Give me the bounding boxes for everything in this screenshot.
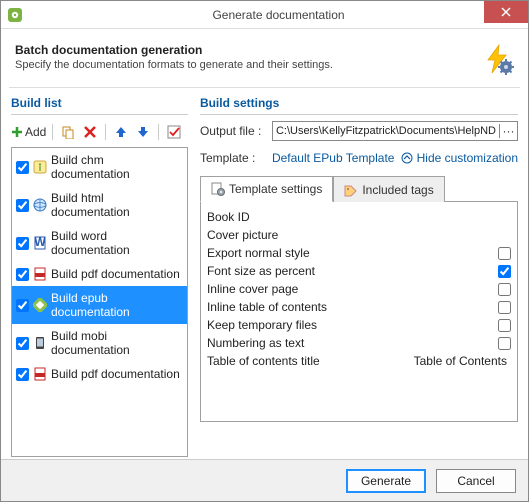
build-item-label: Build pdf documentation (51, 267, 180, 281)
check-box-icon (167, 125, 181, 139)
check-all-button[interactable] (165, 123, 183, 141)
template-link[interactable]: Default EPub Template (272, 151, 395, 165)
word-icon: W (33, 236, 47, 250)
chm-icon (33, 160, 47, 174)
copy-icon (61, 125, 75, 139)
build-item-epub[interactable]: Build epub documentation (12, 286, 187, 324)
build-item-label: Build chm documentation (51, 153, 183, 181)
hide-customization-link[interactable]: Hide customization (401, 151, 518, 165)
build-item-chm[interactable]: Build chm documentation (12, 148, 187, 186)
setting-keep-temp[interactable]: Keep temporary files (205, 316, 513, 334)
lightning-gear-icon (482, 43, 514, 75)
setting-check[interactable] (498, 301, 511, 314)
build-settings-title: Build settings (200, 96, 518, 110)
template-settings-icon (211, 182, 225, 196)
build-item-check[interactable] (16, 161, 29, 174)
dialog-footer: Generate Cancel (1, 459, 528, 501)
copy-button[interactable] (59, 123, 77, 141)
setting-check[interactable] (498, 337, 511, 350)
build-item-check[interactable] (16, 337, 29, 350)
arrow-up-icon (115, 126, 127, 138)
svg-text:W: W (34, 236, 46, 249)
build-item-check[interactable] (16, 268, 29, 281)
output-file-browse[interactable]: ··· (499, 124, 517, 138)
build-item-word[interactable]: W Build word documentation (12, 224, 187, 262)
header-subtitle: Specify the documentation formats to gen… (15, 59, 482, 71)
close-icon (501, 7, 511, 17)
setting-book-id[interactable]: Book ID (205, 208, 513, 226)
app-icon (1, 1, 29, 29)
setting-check[interactable] (498, 319, 511, 332)
tags-icon (344, 183, 358, 197)
tab-included-tags[interactable]: Included tags (333, 176, 444, 202)
build-item-check[interactable] (16, 237, 29, 250)
build-item-pdf[interactable]: Build pdf documentation (12, 262, 187, 286)
epub-icon (33, 298, 47, 312)
pdf-icon (33, 267, 47, 281)
build-item-mobi[interactable]: Build mobi documentation (12, 324, 187, 362)
setting-inline-cover-page[interactable]: Inline cover page (205, 280, 513, 298)
build-item-label: Build html documentation (51, 191, 183, 219)
setting-inline-toc[interactable]: Inline table of contents (205, 298, 513, 316)
setting-cover-picture[interactable]: Cover picture (205, 226, 513, 244)
build-item-html[interactable]: Build html documentation (12, 186, 187, 224)
arrow-down-icon (137, 126, 149, 138)
title-bar: Generate documentation (1, 1, 528, 29)
tab-template-settings[interactable]: Template settings (200, 176, 333, 202)
build-list-title: Build list (11, 96, 188, 110)
build-item-label: Build word documentation (51, 229, 183, 257)
template-settings-panel: Book ID Cover picture Export normal styl… (200, 202, 518, 422)
output-file-field[interactable]: C:\Users\KellyFitzpatrick\Documents\Help… (272, 121, 518, 141)
build-list: Build chm documentation Build html docum… (11, 147, 188, 457)
cancel-button[interactable]: Cancel (436, 469, 516, 493)
build-item-pdf2[interactable]: Build pdf documentation (12, 362, 187, 386)
settings-tabs: Template settings Included tags (200, 175, 518, 202)
add-label: Add (25, 125, 46, 139)
setting-font-size-percent[interactable]: Font size as percent (205, 262, 513, 280)
setting-check[interactable] (498, 265, 511, 278)
setting-export-normal-style[interactable]: Export normal style (205, 244, 513, 262)
setting-check[interactable] (498, 247, 511, 260)
header-title: Batch documentation generation (15, 43, 482, 57)
output-file-value: C:\Users\KellyFitzpatrick\Documents\Help… (273, 125, 499, 137)
build-item-label: Build mobi documentation (51, 329, 183, 357)
delete-icon (84, 126, 96, 138)
build-item-check[interactable] (16, 299, 29, 312)
generate-button[interactable]: Generate (346, 469, 426, 493)
html-icon (33, 198, 47, 212)
template-label: Template : (200, 151, 266, 165)
setting-numbering-text[interactable]: Numbering as text (205, 334, 513, 352)
build-item-check[interactable] (16, 368, 29, 381)
build-item-label: Build epub documentation (51, 291, 183, 319)
move-down-button[interactable] (134, 123, 152, 141)
header: Batch documentation generation Specify t… (1, 29, 528, 87)
setting-toc-title[interactable]: Table of contents titleTable of Contents (205, 352, 513, 370)
setting-check[interactable] (498, 283, 511, 296)
build-item-label: Build pdf documentation (51, 367, 180, 381)
mobi-icon (33, 336, 47, 350)
plus-icon (11, 126, 23, 138)
collapse-icon (401, 152, 413, 164)
output-file-label: Output file : (200, 124, 266, 138)
pdf-icon (33, 367, 47, 381)
add-button[interactable]: Add (11, 125, 46, 139)
move-up-button[interactable] (112, 123, 130, 141)
close-button[interactable] (484, 1, 528, 23)
delete-button[interactable] (81, 123, 99, 141)
build-item-check[interactable] (16, 199, 29, 212)
build-list-toolbar: Add (11, 121, 188, 147)
window-title: Generate documentation (29, 8, 528, 22)
